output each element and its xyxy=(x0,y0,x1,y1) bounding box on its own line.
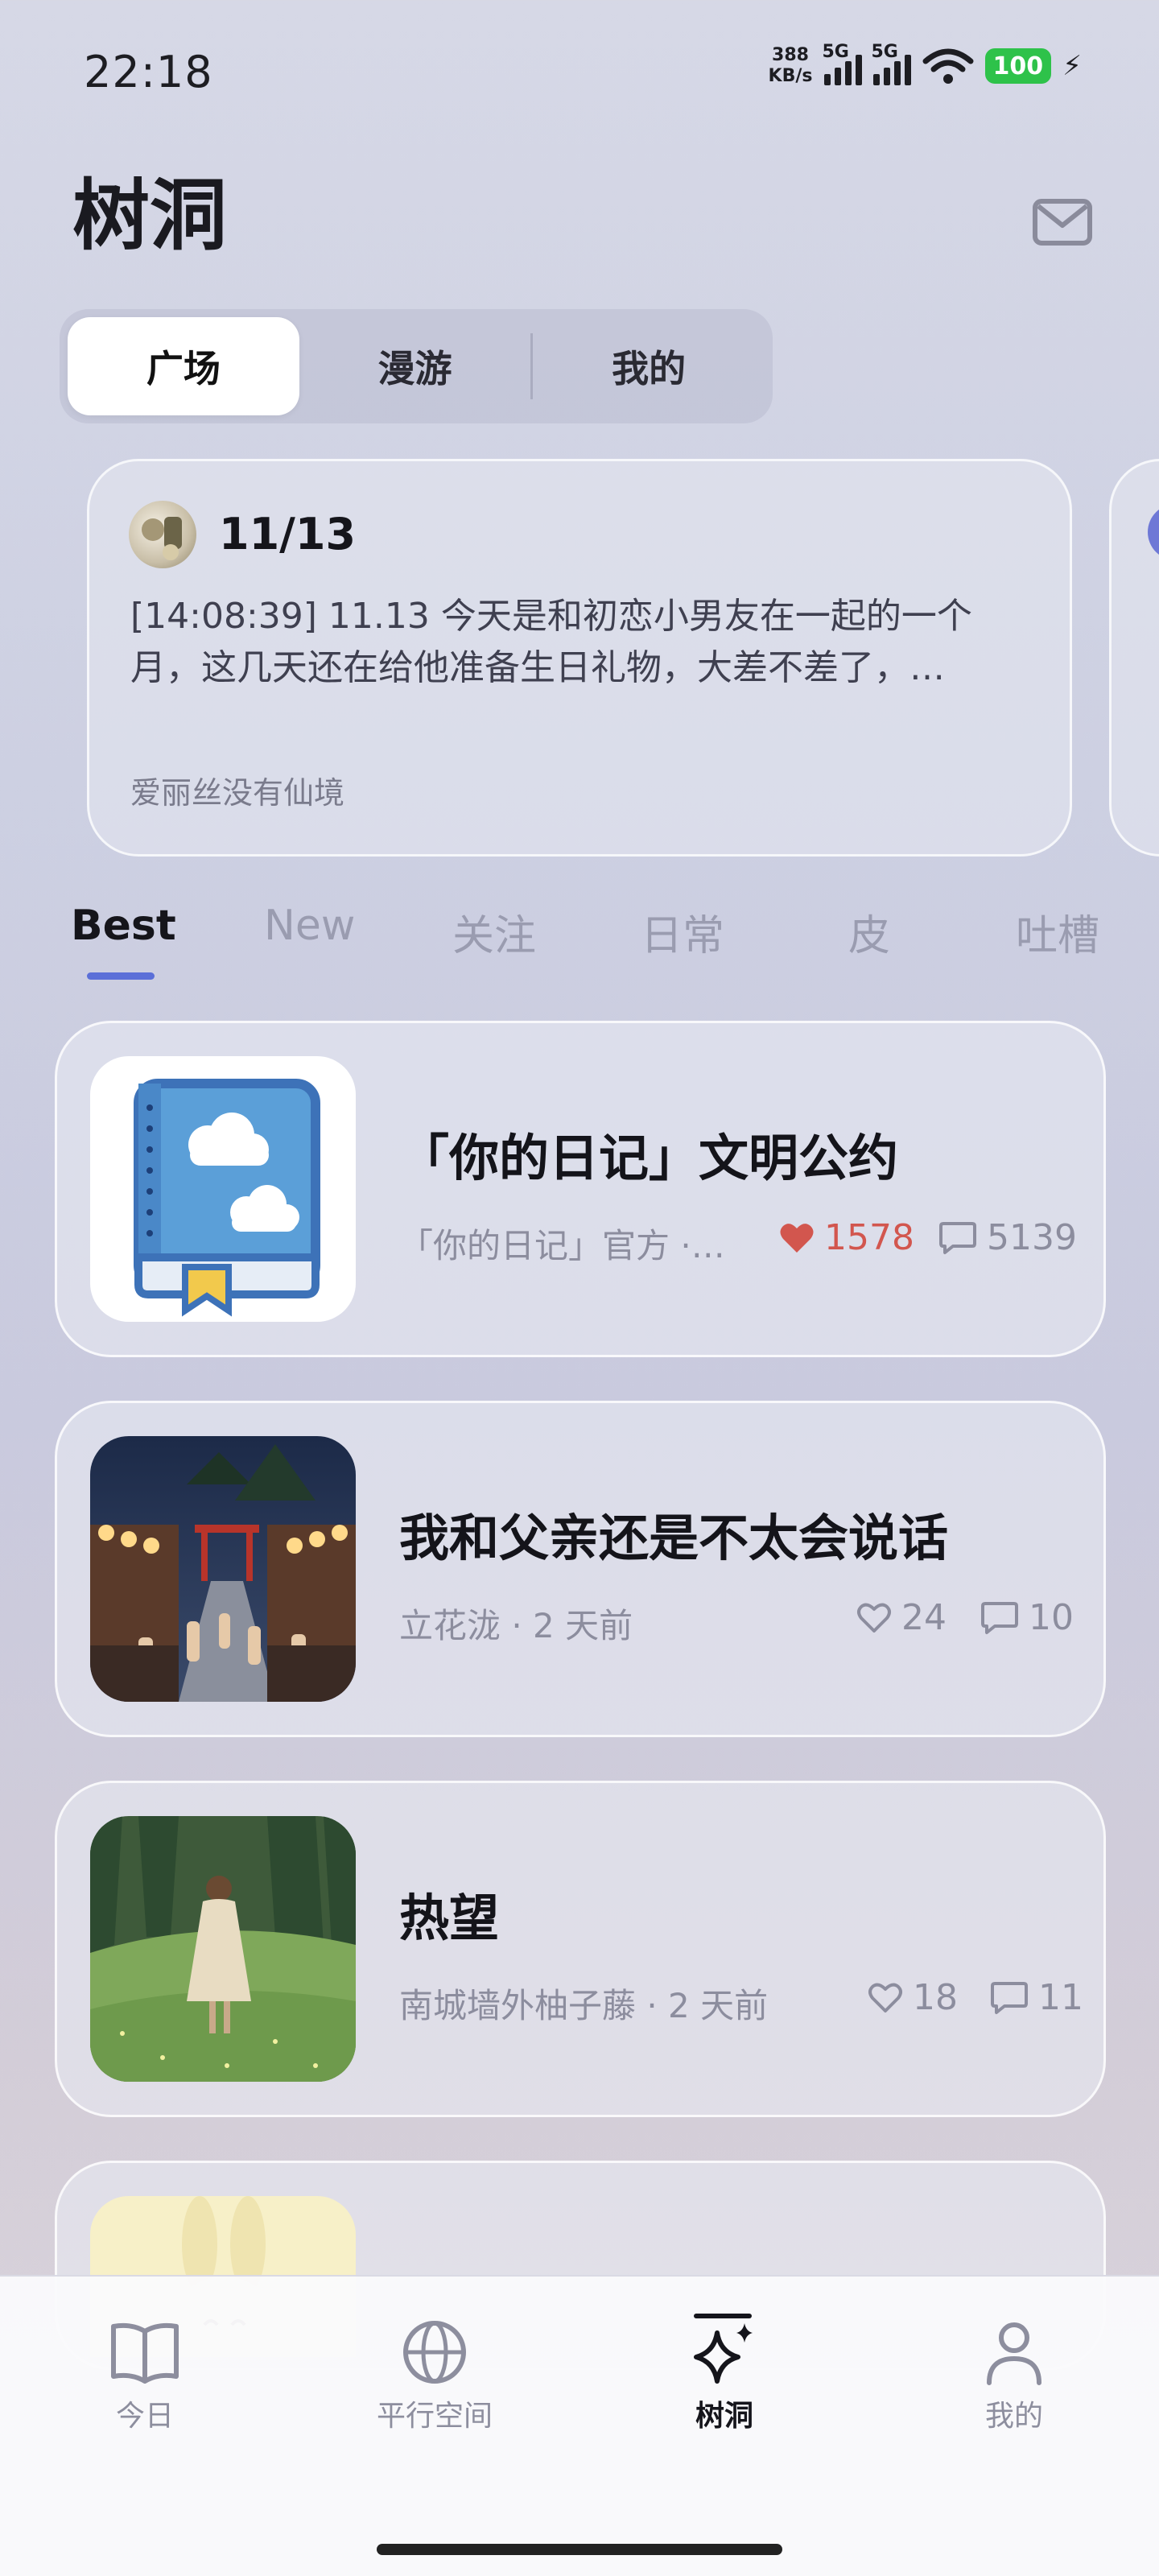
comment-icon xyxy=(939,1221,976,1254)
like-count: 1578 xyxy=(824,1217,914,1258)
nav-label: 平行空间 xyxy=(376,2400,493,2433)
nav-today[interactable]: 今日 xyxy=(56,2318,233,2434)
comment-button[interactable]: 10 xyxy=(980,1597,1074,1638)
girl-in-meadow-image xyxy=(90,1816,356,2082)
network-speed-value: 388 xyxy=(772,45,809,65)
sparkle-icon xyxy=(694,2323,753,2384)
comment-button[interactable]: 5139 xyxy=(938,1217,1077,1258)
diary-book-icon xyxy=(90,1056,356,1322)
mail-icon xyxy=(1033,199,1092,246)
battery-indicator: 100 xyxy=(984,48,1052,84)
status-time: 22:18 xyxy=(84,47,213,97)
post-meta: 南城墙外柚子藤 · 2 天前 xyxy=(399,1986,769,2025)
charging-icon: ⚡ xyxy=(1062,50,1082,82)
status-icons: 388 KB/s 5G 5G 100 ⚡ xyxy=(769,42,1082,87)
post-title: 我和父亲还是不太会说话 xyxy=(399,1509,949,1567)
tab-best[interactable]: Best xyxy=(71,902,176,950)
segment-plaza[interactable]: 广场 xyxy=(68,317,299,415)
like-button[interactable]: 1578 xyxy=(779,1217,914,1258)
nav-mine[interactable]: 我的 xyxy=(926,2318,1103,2434)
page-title: 树洞 xyxy=(72,171,227,261)
comment-count: 11 xyxy=(1038,1977,1083,2018)
tab-fun[interactable]: 皮 xyxy=(848,902,890,962)
signal-1-tag: 5G xyxy=(822,42,849,62)
featured-author: 爱丽丝没有仙境 xyxy=(130,775,345,811)
signal-icon: 5G xyxy=(872,42,911,85)
segment-roam[interactable]: 漫游 xyxy=(299,317,531,415)
featured-excerpt-line-2: 月，这几天还在给他准备生日礼物，大差不差了，… xyxy=(130,647,945,688)
tab-daily[interactable]: 日常 xyxy=(641,902,724,962)
heart-outline-icon xyxy=(868,1983,902,2013)
like-count: 18 xyxy=(913,1977,958,2018)
night-festival-street-image xyxy=(90,1436,356,1702)
like-count: 24 xyxy=(901,1597,947,1638)
network-speed-unit: KB/s xyxy=(768,66,813,86)
comment-icon xyxy=(981,1601,1018,1634)
comment-button[interactable]: 11 xyxy=(990,1977,1083,2018)
featured-excerpt: [14:08:39] 11.13 今天是和初恋小男友在一起的一个 月，这几天还在… xyxy=(130,591,1016,694)
nav-label: 今日 xyxy=(115,2400,174,2433)
segment-mine[interactable]: 我的 xyxy=(533,317,765,415)
nav-label: 我的 xyxy=(984,2400,1043,2433)
comment-icon xyxy=(991,1981,1028,2014)
post-title: 「你的日记」文明公约 xyxy=(399,1129,899,1187)
tab-indicator xyxy=(87,972,155,980)
comment-count: 10 xyxy=(1029,1597,1074,1638)
network-speed: 388 KB/s xyxy=(769,45,813,87)
wifi-icon xyxy=(922,48,973,84)
comment-count: 5139 xyxy=(987,1217,1077,1258)
heart-filled-icon xyxy=(780,1223,814,1253)
signal-icon: 5G xyxy=(823,42,862,85)
tab-follow[interactable]: 关注 xyxy=(452,902,536,962)
segment-control: 广场 漫游 我的 xyxy=(60,309,773,423)
like-button[interactable]: 24 xyxy=(856,1597,947,1638)
signal-2-tag: 5G xyxy=(871,42,898,62)
mail-button[interactable] xyxy=(1030,195,1095,251)
post-meta: 立花泷 · 2 天前 xyxy=(399,1606,633,1645)
home-indicator[interactable] xyxy=(377,2544,782,2555)
nav-parallel-space[interactable]: 平行空间 xyxy=(346,2318,523,2434)
globe-icon xyxy=(403,2321,466,2384)
like-button[interactable]: 18 xyxy=(868,1977,958,2018)
heart-outline-icon xyxy=(857,1603,891,1633)
nav-label: 树洞 xyxy=(695,2400,753,2433)
person-icon xyxy=(987,2322,1041,2385)
avatar xyxy=(129,501,196,568)
featured-date: 11/13 xyxy=(219,509,357,559)
post-meta: 「你的日记」官方 ·… xyxy=(399,1226,725,1265)
tab-new[interactable]: New xyxy=(264,902,355,950)
featured-excerpt-line-1: [14:08:39] 11.13 今天是和初恋小男友在一起的一个 xyxy=(130,596,972,637)
post-title: 热望 xyxy=(399,1889,500,1947)
book-open-icon xyxy=(111,2322,179,2384)
tab-rant[interactable]: 吐槽 xyxy=(1016,902,1099,962)
nav-treehole[interactable]: 树洞 xyxy=(636,2318,813,2434)
